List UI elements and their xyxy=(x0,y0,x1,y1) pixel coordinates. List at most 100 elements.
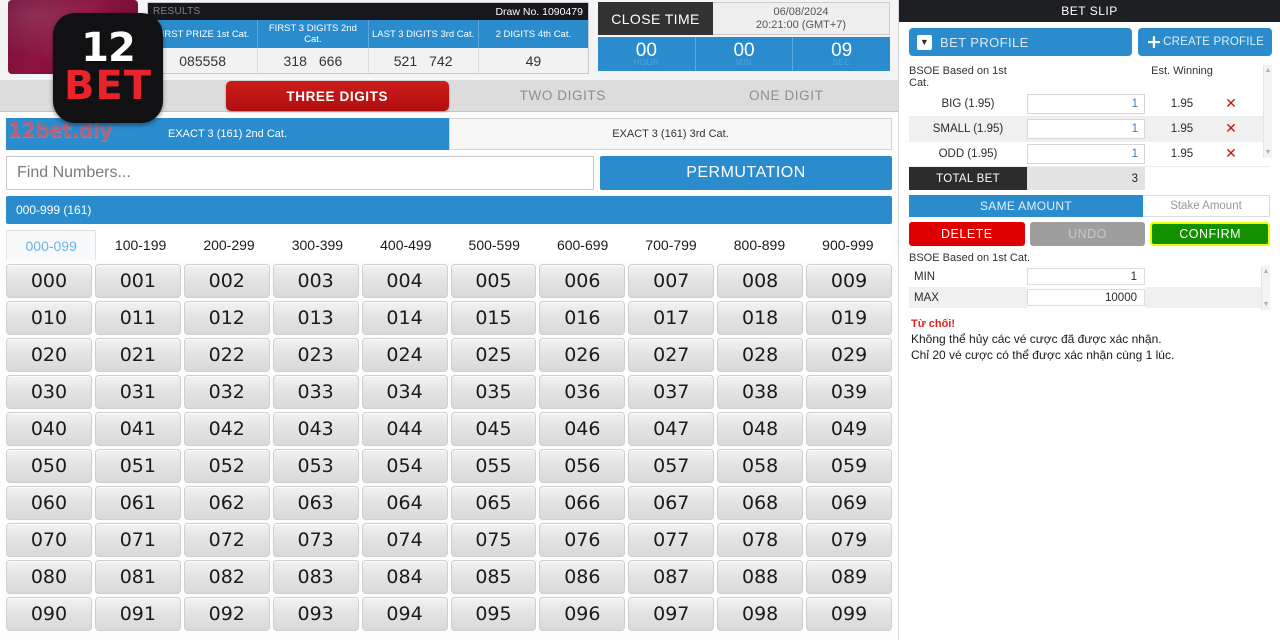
number-cell[interactable]: 017 xyxy=(628,301,714,335)
number-cell[interactable]: 065 xyxy=(451,486,537,520)
number-cell[interactable]: 038 xyxy=(717,375,803,409)
number-cell[interactable]: 079 xyxy=(806,523,892,557)
number-cell[interactable]: 000 xyxy=(6,264,92,298)
remove-bet-icon[interactable]: ✕ xyxy=(1219,92,1243,116)
number-cell[interactable]: 004 xyxy=(362,264,448,298)
range-tab-100-199[interactable]: 100-199 xyxy=(96,230,184,260)
range-tab-600-699[interactable]: 600-699 xyxy=(538,230,626,260)
number-cell[interactable]: 005 xyxy=(451,264,537,298)
number-cell[interactable]: 010 xyxy=(6,301,92,335)
number-cell[interactable]: 061 xyxy=(95,486,181,520)
scroll-down-icon[interactable]: ▼ xyxy=(1263,301,1270,308)
number-cell[interactable]: 029 xyxy=(806,338,892,372)
number-cell[interactable]: 021 xyxy=(95,338,181,372)
number-cell[interactable]: 016 xyxy=(539,301,625,335)
range-tab-900-999[interactable]: 900-999 xyxy=(804,230,892,260)
number-cell[interactable]: 067 xyxy=(628,486,714,520)
number-cell[interactable]: 011 xyxy=(95,301,181,335)
scroll-up-icon[interactable]: ▲ xyxy=(1265,67,1272,74)
bet-slip-scrollbar[interactable]: ▲ ▼ xyxy=(1263,65,1272,158)
number-cell[interactable]: 063 xyxy=(273,486,359,520)
number-cell[interactable]: 031 xyxy=(95,375,181,409)
number-cell[interactable]: 014 xyxy=(362,301,448,335)
number-cell[interactable]: 098 xyxy=(717,597,803,631)
number-cell[interactable]: 083 xyxy=(273,560,359,594)
remove-bet-icon[interactable]: ✕ xyxy=(1219,142,1243,166)
number-cell[interactable]: 053 xyxy=(273,449,359,483)
bet-row-stake-input[interactable] xyxy=(1027,144,1145,164)
number-cell[interactable]: 058 xyxy=(717,449,803,483)
number-cell[interactable]: 009 xyxy=(806,264,892,298)
range-tab-700-799[interactable]: 700-799 xyxy=(627,230,715,260)
number-cell[interactable]: 027 xyxy=(628,338,714,372)
range-tab-000-099[interactable]: 000-099 xyxy=(6,230,96,260)
number-cell[interactable]: 089 xyxy=(806,560,892,594)
number-cell[interactable]: 080 xyxy=(6,560,92,594)
bet-row-stake-input[interactable] xyxy=(1027,119,1145,139)
number-cell[interactable]: 024 xyxy=(362,338,448,372)
number-cell[interactable]: 088 xyxy=(717,560,803,594)
number-cell[interactable]: 073 xyxy=(273,523,359,557)
number-cell[interactable]: 003 xyxy=(273,264,359,298)
permutation-button[interactable]: PERMUTATION xyxy=(600,156,892,190)
range-tab-200-299[interactable]: 200-299 xyxy=(185,230,273,260)
confirm-button[interactable]: CONFIRM xyxy=(1150,222,1270,246)
number-cell[interactable]: 045 xyxy=(451,412,537,446)
number-cell[interactable]: 050 xyxy=(6,449,92,483)
number-cell[interactable]: 030 xyxy=(6,375,92,409)
number-cell[interactable]: 041 xyxy=(95,412,181,446)
range-tab-400-499[interactable]: 400-499 xyxy=(362,230,450,260)
number-cell[interactable]: 056 xyxy=(539,449,625,483)
number-cell[interactable]: 043 xyxy=(273,412,359,446)
number-cell[interactable]: 095 xyxy=(451,597,537,631)
number-cell[interactable]: 037 xyxy=(628,375,714,409)
number-cell[interactable]: 077 xyxy=(628,523,714,557)
subtab-exact3-3rd-cat[interactable]: EXACT 3 (161) 3rd Cat. xyxy=(449,118,892,150)
delete-button[interactable]: DELETE xyxy=(909,222,1025,246)
range-tab-300-399[interactable]: 300-399 xyxy=(273,230,361,260)
number-cell[interactable]: 035 xyxy=(451,375,537,409)
same-amount-button[interactable]: SAME AMOUNT xyxy=(909,195,1143,217)
number-cell[interactable]: 071 xyxy=(95,523,181,557)
number-cell[interactable]: 090 xyxy=(6,597,92,631)
number-cell[interactable]: 022 xyxy=(184,338,270,372)
number-cell[interactable]: 096 xyxy=(539,597,625,631)
number-cell[interactable]: 075 xyxy=(451,523,537,557)
number-cell[interactable]: 054 xyxy=(362,449,448,483)
number-cell[interactable]: 039 xyxy=(806,375,892,409)
number-cell[interactable]: 055 xyxy=(451,449,537,483)
number-cell[interactable]: 078 xyxy=(717,523,803,557)
number-cell[interactable]: 020 xyxy=(6,338,92,372)
search-input[interactable] xyxy=(6,156,594,190)
number-cell[interactable]: 047 xyxy=(628,412,714,446)
range-tab-500-599[interactable]: 500-599 xyxy=(450,230,538,260)
bet-row-stake-input[interactable] xyxy=(1027,94,1145,114)
number-cell[interactable]: 015 xyxy=(451,301,537,335)
number-cell[interactable]: 091 xyxy=(95,597,181,631)
number-cell[interactable]: 040 xyxy=(6,412,92,446)
number-cell[interactable]: 042 xyxy=(184,412,270,446)
number-cell[interactable]: 028 xyxy=(717,338,803,372)
number-cell[interactable]: 062 xyxy=(184,486,270,520)
number-cell[interactable]: 033 xyxy=(273,375,359,409)
number-cell[interactable]: 013 xyxy=(273,301,359,335)
number-cell[interactable]: 012 xyxy=(184,301,270,335)
bet-profile-dropdown[interactable]: ▼ BET PROFILE xyxy=(909,28,1132,56)
number-cell[interactable]: 097 xyxy=(628,597,714,631)
number-cell[interactable]: 006 xyxy=(539,264,625,298)
number-cell[interactable]: 008 xyxy=(717,264,803,298)
number-cell[interactable]: 052 xyxy=(184,449,270,483)
range-tab-800-899[interactable]: 800-899 xyxy=(715,230,803,260)
tab-three-digits[interactable]: THREE DIGITS xyxy=(226,81,450,111)
number-cell[interactable]: 060 xyxy=(6,486,92,520)
stake-amount-input[interactable]: Stake Amount xyxy=(1143,195,1270,217)
number-cell[interactable]: 019 xyxy=(806,301,892,335)
number-cell[interactable]: 044 xyxy=(362,412,448,446)
number-cell[interactable]: 018 xyxy=(717,301,803,335)
number-cell[interactable]: 002 xyxy=(184,264,270,298)
number-cell[interactable]: 069 xyxy=(806,486,892,520)
number-cell[interactable]: 074 xyxy=(362,523,448,557)
create-profile-button[interactable]: + CREATE PROFILE xyxy=(1138,28,1272,56)
number-cell[interactable]: 048 xyxy=(717,412,803,446)
number-cell[interactable]: 081 xyxy=(95,560,181,594)
